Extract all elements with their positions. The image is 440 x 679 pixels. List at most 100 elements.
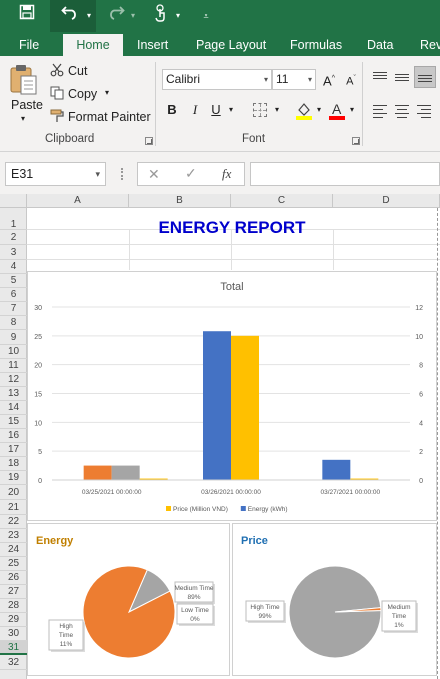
- row-header[interactable]: 11: [0, 359, 27, 373]
- align-right-icon[interactable]: [416, 104, 432, 118]
- borders-icon[interactable]: [253, 103, 267, 117]
- row-header[interactable]: 18: [0, 457, 27, 471]
- row-header[interactable]: 9: [0, 330, 27, 345]
- pie-callout[interactable]: Medium Time 1%: [381, 600, 418, 633]
- formula-input[interactable]: [250, 162, 440, 186]
- energy-bar[interactable]: [322, 459, 351, 480]
- price-pie-chart[interactable]: Price High Time 99% Medium Time 1%: [232, 523, 437, 676]
- formula-bar-grip-icon[interactable]: [121, 168, 124, 180]
- row-header[interactable]: 32: [0, 655, 27, 670]
- row-header[interactable]: 4: [0, 260, 27, 274]
- row-header[interactable]: 15: [0, 415, 27, 429]
- enter-icon[interactable]: ✓: [185, 165, 197, 182]
- column-header-d[interactable]: D: [333, 194, 440, 208]
- pie-callout[interactable]: Low Time 0%: [176, 603, 215, 626]
- clipboard-launcher-icon[interactable]: [145, 137, 153, 145]
- underline-button[interactable]: U: [207, 100, 225, 120]
- energy-pie-chart[interactable]: Energy Medium Time 89% Low Time 0% High Time 11…: [27, 523, 230, 676]
- energy-bar[interactable]: [203, 331, 231, 480]
- row-header[interactable]: 26: [0, 571, 27, 585]
- fill-color-icon[interactable]: [295, 100, 313, 122]
- pie-callout[interactable]: High Time 99%: [245, 600, 286, 623]
- font-color-icon[interactable]: A: [328, 100, 346, 122]
- row-header[interactable]: 14: [0, 401, 27, 415]
- font-color-dropdown-icon[interactable]: ▾: [347, 100, 357, 120]
- redo-dropdown-icon[interactable]: ▾: [128, 4, 138, 28]
- row-header[interactable]: 8: [0, 316, 27, 330]
- tab-home[interactable]: Home: [63, 34, 123, 56]
- touch-dropdown-icon[interactable]: ▾: [173, 4, 183, 28]
- redo-icon[interactable]: [105, 4, 127, 28]
- row-header[interactable]: 29: [0, 613, 27, 627]
- row-header[interactable]: 12: [0, 373, 27, 387]
- increase-font-size-icon[interactable]: A^: [320, 69, 338, 89]
- cut-button[interactable]: Cut: [50, 62, 90, 80]
- format-painter-button[interactable]: Format Painter: [50, 108, 151, 126]
- row-header[interactable]: 28: [0, 599, 27, 613]
- paste-dropdown-icon[interactable]: ▾: [21, 114, 25, 123]
- row-header[interactable]: 27: [0, 585, 27, 599]
- touch-mode-icon[interactable]: [152, 4, 170, 28]
- copy-button[interactable]: Copy ▾: [50, 85, 112, 103]
- cancel-icon[interactable]: ✕: [148, 166, 160, 183]
- undo-icon[interactable]: [58, 4, 82, 28]
- row-header[interactable]: 1: [0, 208, 27, 230]
- row-header[interactable]: 5: [0, 274, 27, 288]
- undo-dropdown-icon[interactable]: ▾: [84, 4, 94, 28]
- column-header-a[interactable]: A: [27, 194, 129, 208]
- energy-bar[interactable]: [83, 465, 112, 480]
- row-header[interactable]: 6: [0, 288, 27, 302]
- underline-dropdown-icon[interactable]: ▾: [226, 100, 236, 120]
- row-header[interactable]: 30: [0, 627, 27, 641]
- align-center-icon[interactable]: [394, 104, 410, 118]
- row-header[interactable]: 19: [0, 471, 27, 485]
- row-header[interactable]: 22: [0, 515, 27, 529]
- insert-function-icon[interactable]: fx: [222, 166, 231, 182]
- bold-button[interactable]: B: [163, 100, 181, 120]
- name-box[interactable]: E31 ▾: [5, 162, 106, 186]
- tab-formulas[interactable]: Formulas: [286, 32, 346, 56]
- customize-qat-icon[interactable]: ⩡: [200, 4, 212, 28]
- row-header[interactable]: 20: [0, 485, 27, 500]
- pie-callout[interactable]: Medium Time 89%: [174, 581, 215, 604]
- fill-color-dropdown-icon[interactable]: ▾: [314, 100, 324, 120]
- decrease-font-size-icon[interactable]: Aˇ: [342, 69, 360, 89]
- row-header[interactable]: 23: [0, 529, 27, 543]
- total-chart[interactable]: Total 0 5 10 15 20 25 30 0 2 4 6 8 10 12 03/25/2021 00:…: [27, 271, 437, 521]
- paste-button[interactable]: Paste ▾: [6, 62, 43, 130]
- row-header[interactable]: 10: [0, 345, 27, 359]
- tab-page-layout[interactable]: Page Layout: [192, 32, 270, 56]
- row-header[interactable]: 16: [0, 429, 27, 443]
- tab-data[interactable]: Data: [363, 32, 397, 56]
- column-header-b[interactable]: B: [129, 194, 231, 208]
- align-bottom-icon[interactable]: [414, 66, 436, 88]
- row-header[interactable]: 17: [0, 443, 27, 457]
- row-header[interactable]: 2: [0, 230, 27, 245]
- tab-file[interactable]: File: [15, 32, 43, 56]
- align-top-icon[interactable]: [372, 70, 388, 84]
- extra-bar[interactable]: [111, 465, 140, 480]
- select-all-corner[interactable]: [0, 194, 27, 208]
- italic-button[interactable]: I: [186, 100, 204, 120]
- font-launcher-icon[interactable]: [352, 137, 360, 145]
- tab-insert[interactable]: Insert: [133, 32, 172, 56]
- row-header[interactable]: 21: [0, 500, 27, 515]
- name-box-dropdown-icon[interactable]: ▾: [95, 163, 100, 185]
- align-middle-icon[interactable]: [394, 70, 410, 84]
- align-left-icon[interactable]: [372, 104, 388, 118]
- row-header[interactable]: 3: [0, 245, 27, 260]
- row-header[interactable]: 31: [0, 641, 27, 655]
- font-size-select[interactable]: 11 ▾: [272, 69, 316, 90]
- borders-dropdown-icon[interactable]: ▾: [272, 100, 282, 120]
- price-bar[interactable]: [231, 335, 259, 480]
- column-header-c[interactable]: C: [231, 194, 333, 208]
- pie-callout[interactable]: High Time 11%: [48, 619, 85, 652]
- save-icon[interactable]: [16, 4, 38, 28]
- copy-dropdown-icon[interactable]: ▾: [105, 88, 109, 97]
- row-header[interactable]: 13: [0, 387, 27, 401]
- row-header[interactable]: 7: [0, 302, 27, 316]
- sheet-title[interactable]: ENERGY REPORT: [27, 218, 437, 238]
- row-header[interactable]: 24: [0, 543, 27, 557]
- row-header[interactable]: 25: [0, 557, 27, 571]
- font-family-select[interactable]: Calibri ▾: [162, 69, 272, 90]
